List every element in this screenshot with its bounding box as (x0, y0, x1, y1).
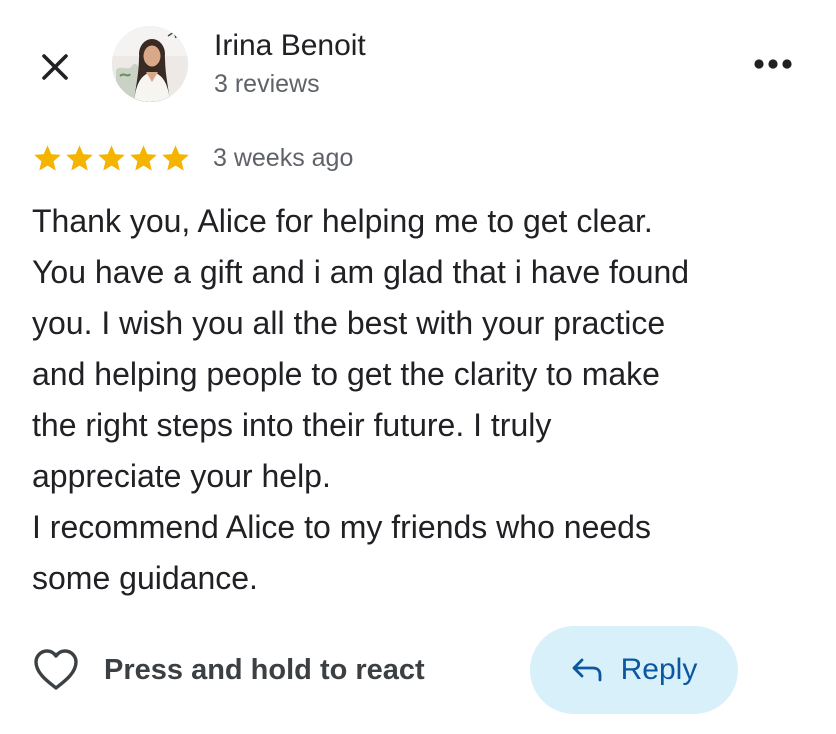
close-icon (42, 54, 68, 80)
star-icon (66, 144, 93, 171)
review-date: 3 weeks ago (213, 143, 354, 172)
react-button[interactable]: Press and hold to react (32, 642, 425, 698)
reviewer-name[interactable]: Irina Benoit (214, 28, 366, 64)
star-icon (162, 144, 189, 171)
review-header: Irina Benoit 3 reviews (0, 0, 836, 130)
avatar[interactable] (112, 26, 188, 102)
reviewer-photo (112, 26, 188, 102)
more-options-icon (754, 59, 792, 69)
close-button[interactable] (32, 44, 78, 90)
reviewer-review-count[interactable]: 3 reviews (214, 68, 320, 100)
star-rating (32, 143, 191, 174)
star-icon (130, 144, 157, 171)
rating-row: 3 weeks ago (32, 138, 353, 178)
react-label: Press and hold to react (104, 653, 425, 686)
star-icon (98, 144, 125, 171)
reply-label: Reply (620, 653, 698, 686)
review-text: Thank you, Alice for helping me to get c… (32, 203, 690, 596)
heart-icon (34, 649, 78, 690)
star-icon (34, 144, 61, 171)
reply-arrow-icon (572, 658, 602, 682)
reply-button[interactable]: Reply (530, 626, 738, 714)
more-options-button[interactable] (746, 44, 800, 84)
